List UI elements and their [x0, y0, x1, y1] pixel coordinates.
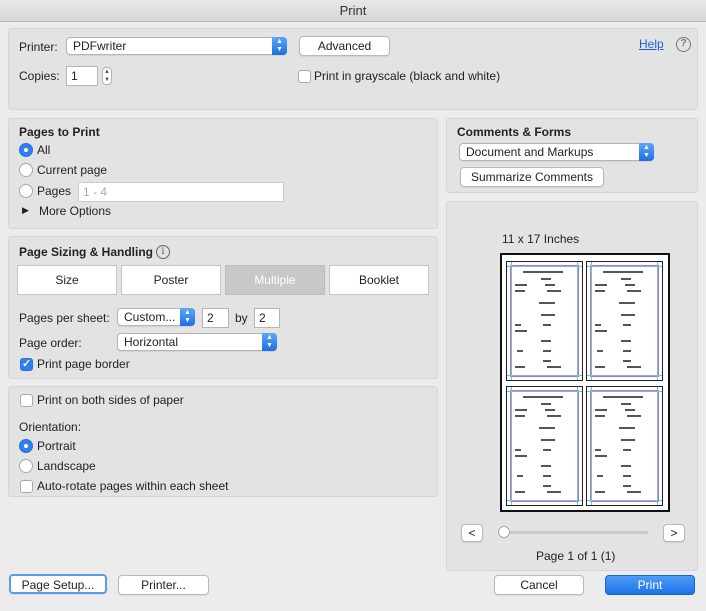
advanced-button[interactable]: Advanced — [299, 36, 390, 56]
print-border-label: Print page border — [37, 357, 130, 371]
preview-page-2 — [586, 261, 663, 381]
portrait-radio[interactable] — [19, 439, 33, 453]
copies-input[interactable]: 1 — [66, 66, 98, 86]
autorotate-checkbox[interactable] — [20, 480, 33, 493]
both-sides-checkbox[interactable] — [20, 394, 33, 407]
disclosure-triangle-icon[interactable]: ▶ — [22, 205, 29, 216]
page-order-label: Page order: — [19, 336, 82, 350]
rows-input[interactable]: 2 — [254, 308, 280, 328]
window-title: Print — [339, 3, 367, 18]
window-title-bar: Print — [0, 0, 706, 22]
previous-page-button[interactable]: < — [461, 524, 483, 542]
print-border-checkbox[interactable] — [20, 357, 33, 371]
columns-input[interactable]: 2 — [202, 308, 229, 328]
printer-label: Printer: — [19, 40, 58, 54]
preview-page-4 — [586, 386, 663, 506]
chevron-updown-icon: ▲ ▼ — [639, 143, 654, 161]
question-circle-icon[interactable]: ? — [676, 37, 691, 52]
copies-stepper[interactable]: ▲ ▼ — [102, 67, 112, 85]
pages-per-sheet-value: Custom... — [124, 310, 176, 324]
orientation-heading: Orientation: — [19, 420, 82, 434]
tab-size[interactable]: Size — [17, 265, 117, 295]
copies-label: Copies: — [19, 69, 60, 83]
grayscale-label: Print in grayscale (black and white) — [314, 69, 501, 83]
print-button[interactable]: Print — [605, 575, 695, 595]
summarize-comments-button[interactable]: Summarize Comments — [460, 167, 604, 187]
page-slider-thumb[interactable] — [498, 526, 510, 538]
grayscale-checkbox[interactable] — [298, 70, 311, 83]
pages-range-label: Pages — [37, 184, 72, 198]
tab-multiple[interactable]: Multiple — [225, 265, 325, 295]
page-sizing-heading: Page Sizing & Handling — [19, 245, 154, 259]
page-order-value: Horizontal — [124, 335, 179, 349]
landscape-radio[interactable] — [19, 459, 33, 473]
comments-select[interactable]: Document and Markups ▲ ▼ — [459, 143, 654, 161]
preview-page-3 — [506, 386, 583, 506]
preview-sheet — [500, 253, 670, 512]
pages-range-input[interactable]: 1 - 4 — [78, 182, 284, 202]
printer-select-value: PDFwriter — [73, 39, 127, 53]
pages-to-print-heading: Pages to Print — [19, 125, 100, 139]
info-icon[interactable]: i — [156, 245, 170, 259]
chevron-updown-icon: ▲ ▼ — [262, 333, 277, 351]
comments-forms-heading: Comments & Forms — [457, 125, 572, 139]
chevron-updown-icon: ▲ ▼ — [272, 37, 287, 55]
by-label: by — [235, 311, 248, 325]
cancel-button[interactable]: Cancel — [494, 575, 584, 595]
pages-range-radio[interactable] — [19, 184, 33, 198]
printer-select[interactable]: PDFwriter ▲ ▼ — [66, 37, 287, 55]
autorotate-label: Auto-rotate pages within each sheet — [37, 479, 229, 493]
page-order-select[interactable]: Horizontal ▲ ▼ — [117, 333, 277, 351]
page-info-label: Page 1 of 1 (1) — [536, 549, 616, 563]
paper-size-label: 11 x 17 Inches — [502, 232, 580, 246]
landscape-label: Landscape — [37, 459, 96, 473]
next-page-button[interactable]: > — [663, 524, 685, 542]
pages-all-radio[interactable] — [19, 143, 33, 157]
tab-poster[interactable]: Poster — [121, 265, 221, 295]
pages-per-sheet-select[interactable]: Custom... ▲ ▼ — [117, 308, 195, 326]
chevron-updown-icon: ▲ ▼ — [180, 308, 195, 326]
comments-select-value: Document and Markups — [466, 145, 594, 159]
tab-booklet[interactable]: Booklet — [329, 265, 429, 295]
pages-current-radio[interactable] — [19, 163, 33, 177]
preview-page-1 — [506, 261, 583, 381]
page-setup-button[interactable]: Page Setup... — [9, 574, 107, 594]
page-slider-track[interactable] — [500, 531, 648, 534]
pages-per-sheet-label: Pages per sheet: — [19, 311, 110, 325]
printer-button[interactable]: Printer... — [118, 575, 209, 595]
pages-current-label: Current page — [37, 163, 108, 177]
help-link[interactable]: Help — [639, 37, 664, 51]
more-options-label[interactable]: More Options — [39, 204, 111, 218]
portrait-label: Portrait — [37, 439, 76, 453]
pages-all-label: All — [37, 143, 51, 157]
both-sides-label: Print on both sides of paper — [37, 393, 184, 407]
